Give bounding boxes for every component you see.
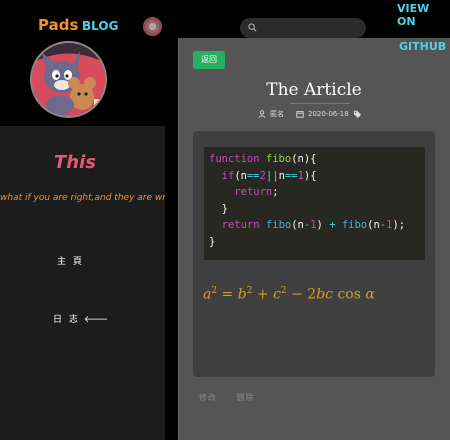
article-date: 2020-06-18 bbox=[308, 110, 349, 118]
back-button[interactable]: 返回 bbox=[193, 51, 225, 69]
search-input[interactable] bbox=[262, 20, 360, 36]
site-brand[interactable]: Pads bbox=[38, 16, 78, 34]
edit-link[interactable]: 修改 bbox=[199, 393, 217, 402]
sidebar-motto: what if you are right,and they are wrong bbox=[0, 193, 165, 203]
sidebar-body bbox=[0, 126, 165, 440]
code-line: } bbox=[209, 202, 228, 215]
article-title: The Article bbox=[266, 80, 362, 100]
nav-item-log[interactable]: 日 志 🡐 bbox=[53, 312, 108, 325]
code-line: return; bbox=[234, 186, 279, 198]
article-meta: 匿名 2020-06-18 bbox=[258, 109, 362, 119]
view-on-link[interactable]: VIEW ON bbox=[397, 2, 450, 28]
code-line: function fibo(n){ bbox=[209, 153, 317, 165]
math-formula: a2 = b2 + c2 − 2bc cos α bbox=[203, 286, 375, 303]
blog-link[interactable]: BLOG bbox=[82, 19, 118, 33]
arrow-left-icon: 🡐 bbox=[83, 315, 109, 325]
nav-item-log-label: 日 志 bbox=[53, 315, 80, 325]
calendar-icon bbox=[296, 111, 304, 118]
title-divider bbox=[290, 103, 350, 104]
article-author: 匿名 bbox=[270, 110, 284, 118]
search-box[interactable] bbox=[240, 18, 366, 38]
code-line: if(n==2||n==1){ bbox=[221, 169, 317, 182]
nav-item-home[interactable]: 主 頁 bbox=[57, 254, 84, 267]
profile-avatar bbox=[30, 41, 107, 118]
tags-icon[interactable] bbox=[353, 110, 362, 118]
article-actions: 修改 删除 bbox=[199, 392, 271, 403]
code-line: } bbox=[209, 235, 216, 248]
code-line: return fibo(n-1) + fibo(n-1); bbox=[221, 219, 406, 231]
github-link[interactable]: GITHUB bbox=[399, 40, 446, 53]
sidebar-title: This bbox=[54, 152, 96, 173]
delete-link[interactable]: 删除 bbox=[237, 393, 255, 402]
code-block: function fibo(n){ if(n==2||n==1){ return… bbox=[204, 147, 425, 260]
header-avatar[interactable] bbox=[143, 17, 162, 36]
user-icon bbox=[258, 110, 266, 118]
search-icon bbox=[248, 23, 257, 32]
